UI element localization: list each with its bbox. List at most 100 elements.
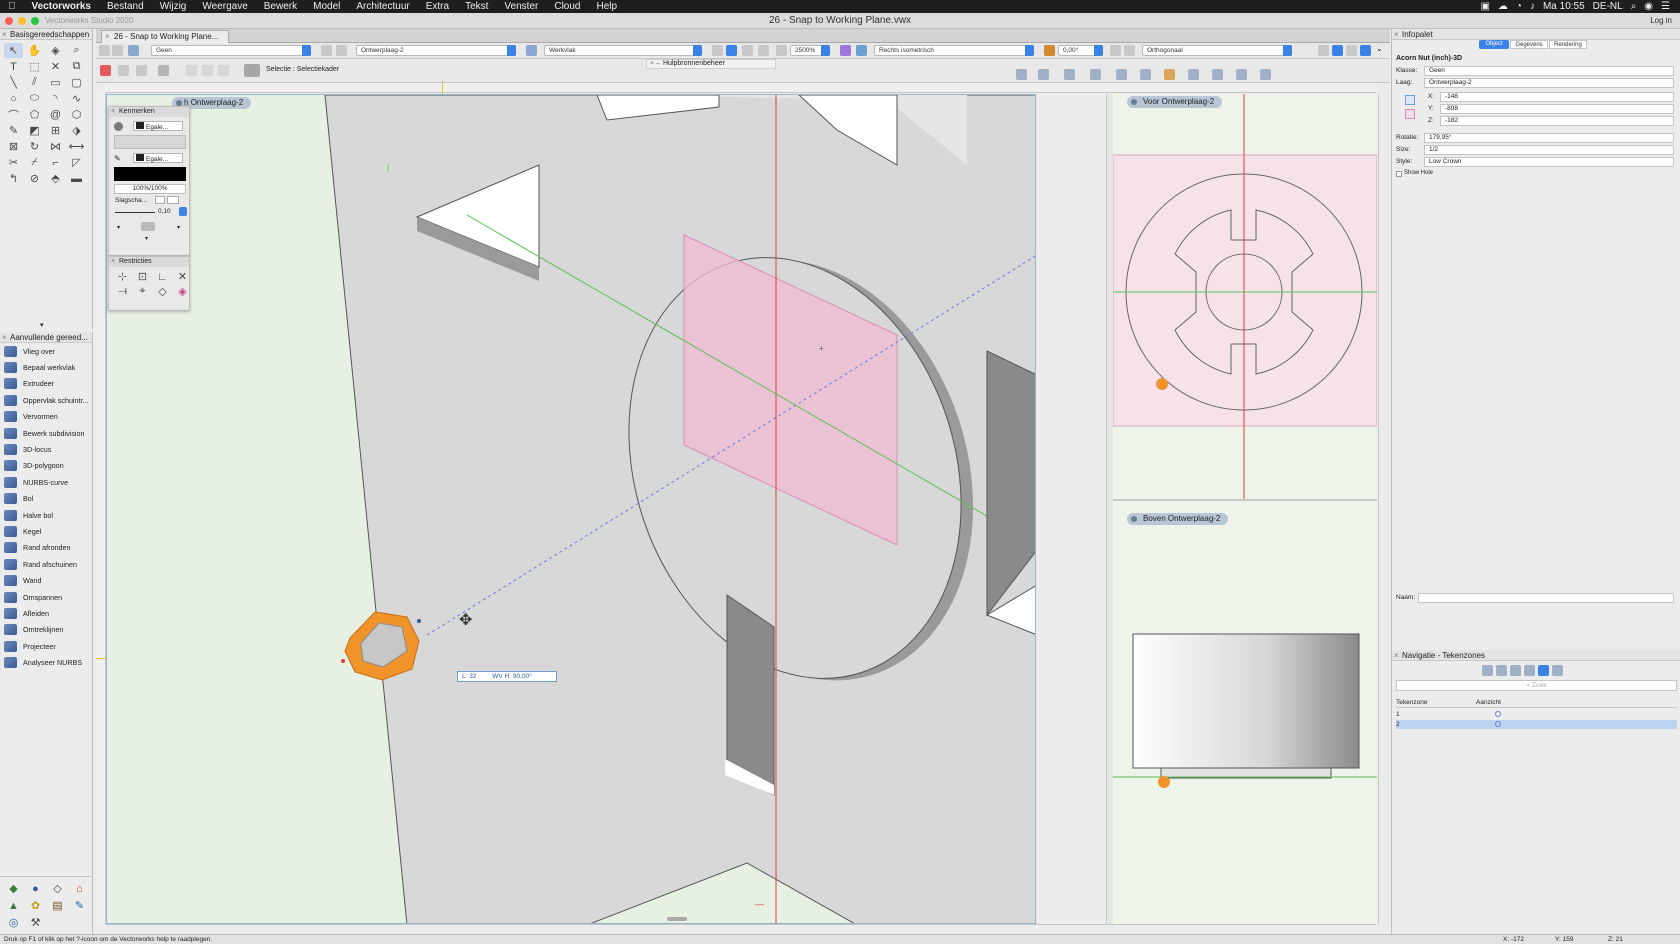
snap-icon[interactable] bbox=[1318, 45, 1329, 56]
symbol-tool-icon[interactable]: ⧉ bbox=[67, 59, 86, 74]
cloud-icon[interactable]: ☁ bbox=[1498, 1, 1508, 12]
toolset-extra-icon[interactable]: ⚒ bbox=[26, 915, 45, 930]
tool-afleiden[interactable]: Afleiden bbox=[0, 605, 92, 621]
next-view-icon[interactable] bbox=[758, 45, 769, 56]
style-select[interactable]: Low Crown bbox=[1424, 157, 1674, 167]
tool-projecteer[interactable]: Projecteer bbox=[0, 638, 92, 654]
bottom-scroll-area[interactable] bbox=[106, 924, 1376, 934]
angle-value[interactable]: 90,00° bbox=[513, 673, 532, 680]
mode-4-icon[interactable] bbox=[158, 65, 169, 76]
tool-vervormen[interactable]: Vervormen bbox=[0, 409, 92, 425]
tool-3d-locus[interactable]: 3D-locus bbox=[0, 441, 92, 457]
tool-subdivision[interactable]: Bewerk subdivision bbox=[0, 425, 92, 441]
toolset-landscape-icon[interactable]: ✿ bbox=[26, 898, 45, 913]
snap-object-constraint-icon[interactable]: ⊡ bbox=[133, 270, 152, 283]
login-button[interactable]: Log in bbox=[1650, 13, 1672, 29]
light-icon[interactable] bbox=[1044, 45, 1055, 56]
menu-wijzig[interactable]: Wijzig bbox=[152, 1, 195, 12]
size-select[interactable]: 1/2 bbox=[1424, 145, 1674, 155]
snap-working-plane-constraint-icon[interactable]: ◈ bbox=[173, 285, 192, 298]
arrowhead-icon[interactable] bbox=[141, 222, 155, 231]
toolset-building-icon[interactable]: ⌂ bbox=[70, 881, 89, 896]
mode-2-icon[interactable] bbox=[118, 65, 129, 76]
rectangle-tool-icon[interactable]: ▭ bbox=[46, 75, 65, 90]
menu-help[interactable]: Help bbox=[588, 1, 625, 12]
pen-style-select[interactable]: Egale... bbox=[133, 153, 183, 163]
shadow-options[interactable] bbox=[167, 196, 179, 204]
selection-tool-icon[interactable]: ↖ bbox=[4, 43, 23, 58]
snap-distance-icon[interactable] bbox=[1116, 69, 1127, 80]
tool-halve-bol[interactable]: Halve bol bbox=[0, 507, 92, 523]
lineweight-value[interactable]: 0,10 bbox=[158, 208, 171, 215]
arrowhead-end-icon[interactable]: ▾ bbox=[177, 224, 180, 231]
line-tool-icon[interactable]: ╲ bbox=[4, 75, 23, 90]
menu-cloud[interactable]: Cloud bbox=[546, 1, 588, 12]
tool-wand[interactable]: Wand bbox=[0, 572, 92, 588]
layer-options-icon[interactable] bbox=[336, 45, 347, 56]
tab-gegevens[interactable]: Gegevens bbox=[1510, 40, 1548, 49]
front-view-nut[interactable] bbox=[1156, 378, 1168, 390]
toolset-site-icon[interactable]: ▲ bbox=[4, 898, 23, 913]
rotate-tool-icon[interactable]: ↻ bbox=[25, 139, 44, 154]
toolset-basic-icon[interactable]: ◆ bbox=[4, 881, 23, 896]
snap-grid-constraint-icon[interactable]: ⊹ bbox=[113, 270, 132, 283]
tool-oppervlak[interactable]: Oppervlak schuintr... bbox=[0, 392, 92, 408]
toolset-dims-icon[interactable]: ◇ bbox=[48, 881, 67, 896]
circle-tool-icon[interactable]: ○ bbox=[4, 91, 23, 106]
viewport-splitter[interactable] bbox=[1106, 94, 1113, 924]
resource-manager-tab[interactable]: × – Hulpbronnenbeheer bbox=[646, 59, 776, 69]
horizontal-scrollbar[interactable] bbox=[667, 917, 687, 921]
working-plane-icon[interactable] bbox=[526, 45, 537, 56]
nav-sheets-icon[interactable] bbox=[1524, 665, 1535, 676]
close-window-icon[interactable] bbox=[5, 17, 13, 25]
view-options-icon[interactable] bbox=[1346, 45, 1357, 56]
col-tekenzone[interactable]: Tekenzone bbox=[1396, 699, 1427, 706]
col-aanzicht[interactable]: Aanzicht bbox=[1476, 698, 1501, 708]
forward-icon[interactable] bbox=[112, 45, 123, 56]
snap-surface-constraint-icon[interactable]: ◇ bbox=[153, 285, 172, 298]
fit-view-dropdown-icon[interactable] bbox=[726, 45, 737, 56]
mode-6-icon[interactable] bbox=[202, 65, 213, 76]
freehand-tool-icon[interactable]: ∿ bbox=[67, 91, 86, 106]
snap-tangent-constraint-icon[interactable]: ⌖ bbox=[133, 285, 152, 298]
mode-3-icon[interactable] bbox=[136, 65, 147, 76]
expand-icon[interactable]: ▾ bbox=[145, 235, 148, 242]
layer-visibility-icon[interactable] bbox=[321, 45, 332, 56]
move-tool-icon[interactable]: ⊠ bbox=[4, 139, 23, 154]
split-tool-icon[interactable]: ⌿ bbox=[25, 155, 44, 170]
regular-polygon-tool-icon[interactable]: ⬡ bbox=[67, 107, 86, 122]
close-icon[interactable]: × – bbox=[650, 60, 660, 68]
snap-grid-icon[interactable] bbox=[1016, 69, 1027, 80]
dimension-tool-icon[interactable]: ⟷ bbox=[67, 139, 86, 154]
polyline-tool-icon[interactable]: ⌒ bbox=[4, 107, 23, 122]
chamfer-tool-icon[interactable]: ◸ bbox=[67, 155, 86, 170]
wifi-icon[interactable]: ◔ bbox=[1516, 1, 1522, 12]
push-pull-tool-icon[interactable]: ⬘ bbox=[46, 171, 65, 186]
attribute-mapping-tool-icon[interactable]: ◩ bbox=[25, 123, 44, 138]
arrowhead-start-icon[interactable]: ▾ bbox=[117, 224, 120, 231]
klasse-select[interactable]: Geen bbox=[1424, 66, 1674, 76]
pan-tool-icon[interactable]: ✋ bbox=[25, 43, 44, 58]
spiral-tool-icon[interactable]: @ bbox=[46, 107, 65, 122]
angle-input[interactable]: 0,00° bbox=[1058, 45, 1103, 56]
camera-icon[interactable]: ▣ bbox=[1480, 1, 1489, 12]
oval-tool-icon[interactable]: ⬭ bbox=[25, 91, 44, 106]
table-row[interactable]: 2 bbox=[1396, 720, 1677, 729]
table-row[interactable]: 1 bbox=[1396, 710, 1677, 719]
callout-tool-icon[interactable]: ⬚ bbox=[25, 59, 44, 74]
snap-angle-constraint-icon[interactable]: ∟ bbox=[153, 270, 172, 283]
nav-classes-icon[interactable] bbox=[1482, 665, 1493, 676]
snap-distance-constraint-icon[interactable]: ⟞ bbox=[113, 285, 132, 298]
tool-rand-afschuinen[interactable]: Rand afschuinen bbox=[0, 556, 92, 572]
toolset-3d-icon[interactable]: ● bbox=[26, 881, 45, 896]
snap-surface-icon[interactable] bbox=[1188, 69, 1199, 80]
trim-tool-icon[interactable]: ✂ bbox=[4, 155, 23, 170]
view-select[interactable]: Rechts isometrisch bbox=[874, 45, 1034, 56]
nav-zones-icon[interactable] bbox=[1538, 665, 1549, 676]
toolset-furniture-icon[interactable]: ▤ bbox=[48, 898, 67, 913]
offset-tool-icon[interactable]: ⊞ bbox=[46, 123, 65, 138]
main-viewport[interactable]: + ✥ | — h Ontwerplaag-2 L: 32 WV H: 90,0… bbox=[106, 94, 1036, 924]
fill-style-select[interactable]: Egale... bbox=[133, 121, 183, 131]
clip-tool-icon[interactable]: ⊘ bbox=[25, 171, 44, 186]
back-icon[interactable] bbox=[99, 45, 110, 56]
